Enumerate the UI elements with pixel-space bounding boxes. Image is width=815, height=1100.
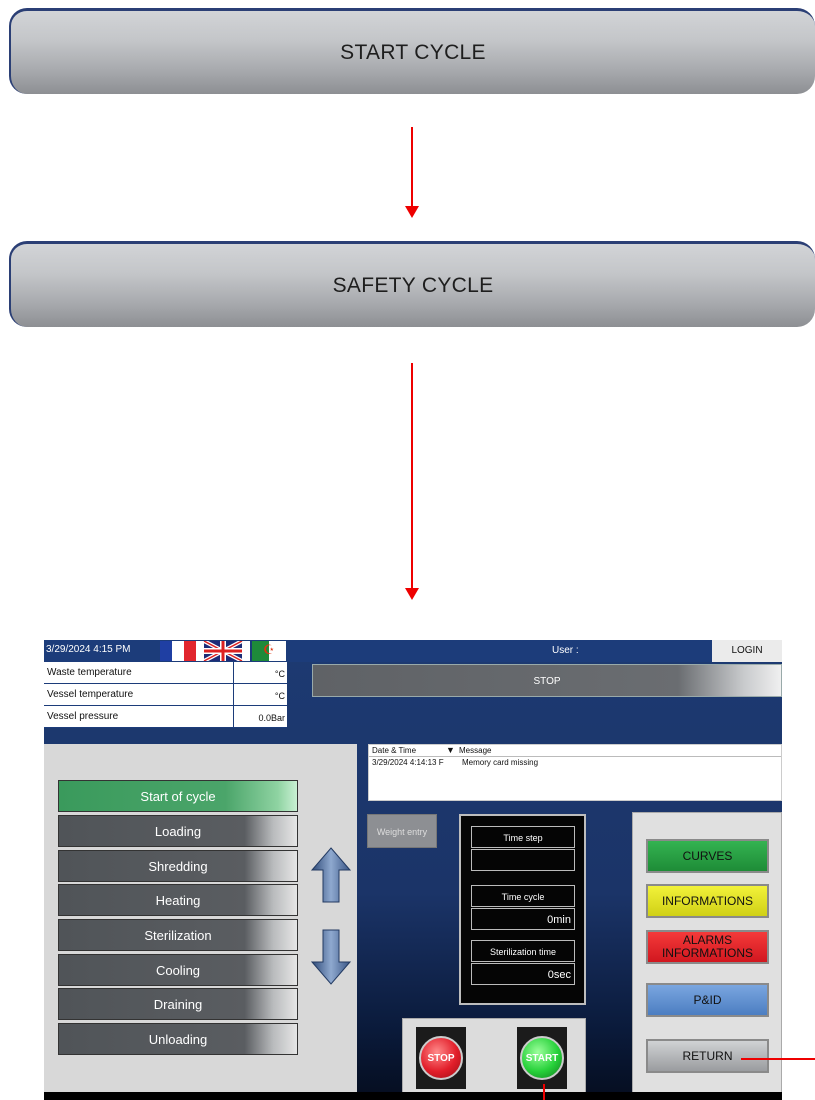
time-display-panel: Time step Time cycle 0min Sterilization … [459, 814, 586, 1005]
sort-down-icon[interactable]: ▼ [446, 745, 459, 756]
stop-label: STOP [419, 1036, 463, 1080]
weight-entry-button[interactable]: Weight entry [367, 814, 437, 848]
login-button[interactable]: LOGIN [712, 640, 782, 662]
sensor-label: Vessel pressure [44, 706, 234, 727]
return-label: RETURN [682, 1048, 733, 1063]
flag-uk-icon[interactable] [196, 640, 250, 663]
flow-arrow-1-head [405, 206, 419, 218]
control-panel: STOP START [402, 1018, 586, 1100]
sensor-row: Vessel pressure 0.0Bar [44, 706, 287, 728]
bottom-strip [44, 1092, 782, 1100]
curves-label: CURVES [682, 848, 733, 863]
hmi-top-bar [44, 640, 782, 662]
start-button[interactable]: START [517, 1027, 567, 1089]
alarm-datetime: 3/29/2024 4:14:13 F [372, 758, 444, 767]
step-unloading[interactable]: Unloading [58, 1023, 298, 1055]
col-datetime-header[interactable]: Date & Time [369, 745, 446, 756]
user-label: User : [552, 645, 579, 656]
flow-arrow-1 [411, 127, 413, 207]
start-label: START [520, 1036, 564, 1080]
step-draining[interactable]: Draining [58, 988, 298, 1020]
flow-arrow-2 [411, 363, 413, 589]
time-cycle-label: Time cycle [471, 885, 575, 907]
sensor-table: Waste temperature °C Vessel temperature … [44, 662, 287, 728]
step-sterilization[interactable]: Sterilization [58, 919, 298, 951]
pid-label: P&ID [693, 992, 722, 1007]
sterilization-time-value: 0sec [471, 963, 575, 985]
start-cycle-button[interactable]: START CYCLE [9, 8, 815, 94]
safety-cycle-button[interactable]: SAFETY CYCLE [9, 241, 815, 327]
arrow-up-icon[interactable] [310, 846, 352, 904]
return-button[interactable]: RETURN [646, 1039, 769, 1073]
curves-button[interactable]: CURVES [646, 839, 769, 873]
time-step-value [471, 849, 575, 871]
alarm-message: Memory card missing [462, 758, 539, 767]
datetime-display: 3/29/2024 4:15 PM [46, 644, 131, 655]
pid-button[interactable]: P&ID [646, 983, 769, 1017]
start-cycle-label: START CYCLE [340, 40, 486, 64]
step-loading[interactable]: Loading [58, 815, 298, 847]
sensor-value: °C [274, 691, 285, 701]
sensor-row: Vessel temperature °C [44, 684, 287, 706]
sensor-row: Waste temperature °C [44, 662, 287, 684]
hmi-screen: 3/29/2024 4:15 PM ☪ User : LOGIN Waste t… [44, 640, 782, 1100]
informations-button[interactable]: INFORMATIONS [646, 884, 769, 918]
table-row[interactable]: 3/29/2024 4:14:13 F Memory card missing [369, 757, 781, 768]
sensor-label: Vessel temperature [44, 684, 234, 705]
flag-france-icon[interactable] [160, 641, 196, 661]
sensor-value: °C [274, 669, 285, 679]
arrow-down-icon[interactable] [310, 928, 352, 986]
cycle-steps-panel: Start of cycle Loading Shredding Heating… [44, 744, 357, 1100]
flag-algeria-icon[interactable]: ☪ [252, 641, 286, 661]
stop-button[interactable]: STOP [416, 1027, 466, 1089]
alarm-list-header: Date & Time ▼ Message [369, 745, 781, 757]
alarms-informations-button[interactable]: ALARMS INFORMATIONS [646, 930, 769, 964]
step-heating[interactable]: Heating [58, 884, 298, 916]
step-start-of-cycle[interactable]: Start of cycle [58, 780, 298, 812]
sterilization-time-label: Sterilization time [471, 940, 575, 962]
flow-arrow-2-head [405, 588, 419, 600]
informations-label: INFORMATIONS [661, 893, 754, 908]
safety-cycle-label: SAFETY CYCLE [332, 273, 494, 297]
start-annotation-line [543, 1084, 545, 1100]
sensor-value: 0.0Bar [258, 713, 285, 723]
machine-status-bar: STOP [312, 664, 782, 697]
step-shredding[interactable]: Shredding [58, 850, 298, 882]
col-message-header[interactable]: Message [459, 745, 491, 756]
step-cooling[interactable]: Cooling [58, 954, 298, 986]
return-annotation-line [741, 1058, 815, 1060]
alarms-label-line2: INFORMATIONS [661, 946, 754, 960]
menu-panel: CURVES INFORMATIONS ALARMS INFORMATIONS … [632, 812, 782, 1100]
sensor-label: Waste temperature [44, 662, 234, 683]
time-cycle-value: 0min [471, 908, 575, 930]
time-step-label: Time step [471, 826, 575, 848]
alarm-message-list[interactable]: Date & Time ▼ Message 3/29/2024 4:14:13 … [368, 744, 782, 801]
